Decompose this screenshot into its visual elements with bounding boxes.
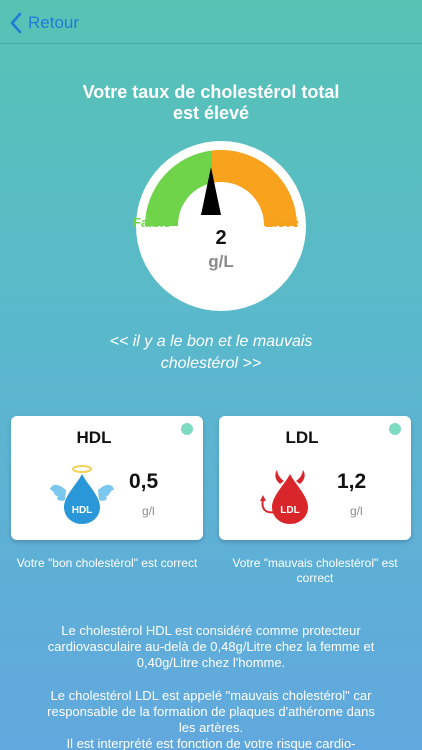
hdl-status-dot (181, 423, 193, 435)
navigation-bar: Retour (0, 0, 422, 44)
hdl-unit: g/l (142, 504, 155, 518)
ldl-card[interactable]: LDL LDL 1,2 g/l (219, 416, 411, 540)
ldl-devil-drop-icon: LDL (260, 470, 308, 524)
hdl-mascot-label: HDL (72, 505, 93, 516)
hdl-info-line-3: 0,40g/Litre chez l'homme. (136, 655, 286, 670)
page-title: Votre taux de cholestérol total est élev… (0, 82, 422, 124)
ldl-value: 1,2 (337, 470, 367, 493)
hdl-info-line-1: Le cholestérol HDL est considéré comme p… (61, 623, 361, 638)
ldl-info-line-1: Le cholestérol LDL est appelé "mauvais c… (50, 688, 372, 703)
ldl-info-line-2: responsable de la formation de plaques d… (47, 704, 375, 719)
hdl-status-text: Votre "bon cholestérol" est correct (16, 556, 198, 570)
hdl-angel-drop-icon: HDL (50, 465, 114, 524)
ldl-info-line-3: les artères. (178, 720, 244, 735)
ldl-status-text: Votre "mauvais cholestérol" est correct (232, 556, 398, 585)
hdl-value: 0,5 (129, 470, 159, 493)
ldl-status-dot (389, 423, 401, 435)
quote-line-1: << il y a le bon et le mauvais (109, 333, 313, 350)
gauge-unit: g/L (208, 252, 234, 271)
hdl-info-paragraph: Le cholestérol HDL est considéré comme p… (16, 623, 406, 671)
hdl-card-title: HDL (76, 428, 112, 447)
gauge-value: 2 (215, 227, 227, 249)
hdl-card[interactable]: HDL HDL 0,5 g/l (11, 416, 203, 540)
ldl-mascot-label: LDL (280, 505, 299, 516)
ldl-info-paragraph: Le cholestérol LDL est appelé "mauvais c… (16, 688, 406, 750)
ldl-info-line-4: Il est interprété est fonction de votre … (66, 736, 356, 750)
quote-line-2: cholestérol >> (160, 355, 262, 372)
cholesterol-gauge: Faible Elevé 2 g/L (133, 141, 306, 311)
page-title-line-1: Votre taux de cholestérol total (82, 82, 340, 102)
ldl-unit: g/l (350, 504, 363, 518)
back-button[interactable]: Retour (10, 10, 79, 36)
ldl-card-title: LDL (285, 428, 319, 447)
back-button-label: Retour (28, 13, 80, 32)
chevron-left-icon (10, 12, 22, 34)
hdl-info-line-2: cardiovasculaire au-delà de 0,48g/Litre … (47, 639, 375, 654)
cholesterol-quote: << il y a le bon et le mauvais cholestér… (60, 331, 362, 375)
page-title-line-2: est élevé (172, 103, 250, 123)
